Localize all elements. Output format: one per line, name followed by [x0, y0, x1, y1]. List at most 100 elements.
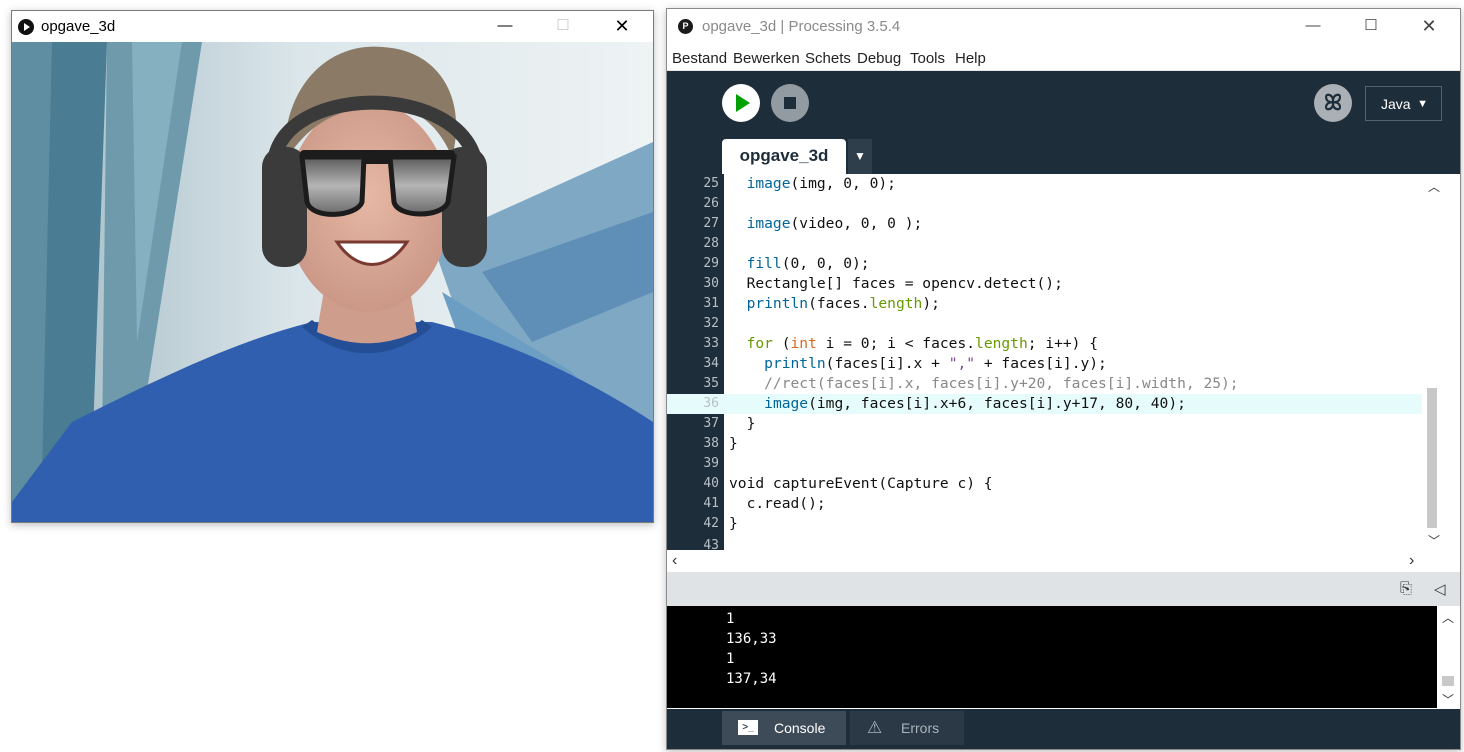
code-line[interactable]: 27 image(video, 0, 0 );: [667, 214, 1422, 234]
tab-menu-arrow[interactable]: ▼: [848, 139, 872, 174]
console-icon: >_: [738, 720, 758, 735]
code-text: for (int i = 0; i < faces.length; i++) {: [746, 335, 1099, 352]
code-line[interactable]: 26: [667, 194, 1422, 214]
scroll-up-arrow-icon[interactable]: ︿: [1428, 178, 1440, 195]
code-text: image(img, faces[i].x+6, faces[i].y+17, …: [764, 395, 1186, 412]
maximize-button: ☐: [556, 17, 570, 34]
console-scroll-up-icon[interactable]: ︿: [1442, 609, 1454, 626]
mode-selector[interactable]: Java ▼: [1365, 86, 1442, 121]
line-number: 35: [703, 376, 719, 391]
code-line[interactable]: 37 }: [667, 414, 1422, 434]
code-line[interactable]: 38}: [667, 434, 1422, 454]
editor-scroll-thumb[interactable]: [1427, 388, 1437, 528]
line-number: 29: [703, 256, 719, 271]
code-line[interactable]: 40 void captureEvent(Capture c) {: [667, 474, 1422, 494]
console-tab-bar: >_ Console ⚠ Errors: [667, 709, 1460, 749]
sketch-title-bar[interactable]: opgave_3d — ☐ ✕: [12, 11, 653, 41]
code-text: }: [729, 515, 738, 532]
line-number: 32: [703, 316, 719, 331]
code-line[interactable]: 29 fill(0, 0, 0);: [667, 254, 1422, 274]
line-number: 30: [703, 276, 719, 291]
code-text: }: [729, 435, 738, 452]
console-line: 1: [726, 651, 735, 667]
chevron-down-icon: ▼: [1417, 98, 1428, 110]
code-line[interactable]: 41 c.read();: [667, 494, 1422, 514]
line-number: 33: [703, 336, 719, 351]
code-line[interactable]: 36 image(img, faces[i].x+6, faces[i].y+1…: [667, 394, 1422, 414]
menu-schets[interactable]: Schets: [805, 50, 851, 67]
console-output: 1 136,33 1 137,34: [667, 606, 1437, 708]
code-line[interactable]: 34 println(faces[i].x + "," + faces[i].y…: [667, 354, 1422, 374]
copy-console-icon[interactable]: ⎘: [1400, 580, 1412, 597]
code-line[interactable]: 30 Rectangle[] faces = opencv.detect();: [667, 274, 1422, 294]
editor-horizontal-scrollbar[interactable]: ‹ ›: [667, 550, 1442, 570]
console-line: 1: [726, 611, 735, 627]
menu-bewerken[interactable]: Bewerken: [733, 50, 800, 67]
console-scroll-down-icon[interactable]: ﹀: [1442, 691, 1454, 708]
code-text: fill(0, 0, 0);: [746, 255, 870, 272]
collapse-console-icon[interactable]: ◁: [1434, 580, 1446, 598]
menu-debug[interactable]: Debug: [857, 50, 901, 67]
line-number: 27: [703, 216, 719, 231]
warning-icon: ⚠: [867, 718, 883, 737]
play-app-icon: [18, 19, 34, 35]
console-scrollbar[interactable]: ︿ ﹀: [1437, 606, 1460, 708]
code-text: println(faces.length);: [746, 295, 940, 312]
code-line[interactable]: 28: [667, 234, 1422, 254]
code-line[interactable]: 35 //rect(faces[i].x, faces[i].y+20, fac…: [667, 374, 1422, 394]
minimize-button[interactable]: —: [476, 11, 534, 41]
line-number: 40: [703, 476, 719, 491]
code-line[interactable]: 32: [667, 314, 1422, 334]
close-button[interactable]: ✕: [593, 11, 651, 41]
line-number: 41: [703, 496, 719, 511]
scroll-down-arrow-icon[interactable]: ﹀: [1428, 532, 1440, 549]
code-line[interactable]: 31 println(faces.length);: [667, 294, 1422, 314]
line-number: 26: [703, 196, 719, 211]
processing-logo-icon: P: [678, 19, 693, 34]
line-number: 38: [703, 436, 719, 451]
sketch-window: opgave_3d — ☐ ✕: [11, 10, 654, 523]
line-number: 34: [703, 356, 719, 371]
code-text: image(video, 0, 0 );: [746, 215, 923, 232]
ide-minimize-button[interactable]: —: [1284, 11, 1342, 41]
code-text: }: [729, 415, 756, 432]
tab-console-label: Console: [774, 720, 826, 736]
code-line[interactable]: 39: [667, 454, 1422, 474]
ide-window-title: opgave_3d | Processing 3.5.4: [702, 18, 901, 35]
line-number: 36: [703, 396, 719, 411]
code-line[interactable]: 33 for (int i = 0; i < faces.length; i++…: [667, 334, 1422, 354]
mode-label: Java: [1381, 96, 1411, 112]
menu-bar: Bestand Bewerken Schets Debug Tools Help: [667, 44, 1460, 71]
code-editor[interactable]: 25 image(img, 0, 0); 26 27 image(video, 0,…: [667, 174, 1460, 553]
code-text: image(img, 0, 0);: [746, 175, 896, 192]
toolbar: ꕤ Java ▼ opgave_3d ▼: [667, 71, 1460, 182]
line-number: 37: [703, 416, 719, 431]
menu-help[interactable]: Help: [955, 50, 986, 67]
line-number: 31: [703, 296, 719, 311]
menu-bestand[interactable]: Bestand: [672, 50, 727, 67]
menu-tools[interactable]: Tools: [910, 50, 945, 67]
code-text: Rectangle[] faces = opencv.detect();: [729, 275, 1063, 292]
run-button[interactable]: [722, 84, 760, 122]
console-scroll-thumb[interactable]: [1442, 676, 1454, 686]
tab-console[interactable]: >_ Console: [722, 711, 846, 745]
code-line[interactable]: 42}: [667, 514, 1422, 534]
tab-opgave-3d[interactable]: opgave_3d: [722, 139, 846, 174]
ide-maximize-button[interactable]: ☐: [1342, 11, 1400, 41]
scroll-right-arrow-icon[interactable]: ›: [1409, 552, 1414, 570]
code-text: void captureEvent(Capture c) {: [729, 475, 993, 492]
line-number: 28: [703, 236, 719, 251]
processing-ide-window: P opgave_3d | Processing 3.5.4 — ☐ ✕ Bes…: [666, 8, 1461, 750]
code-line[interactable]: 25 image(img, 0, 0);: [667, 174, 1422, 194]
stop-button[interactable]: [771, 84, 809, 122]
tab-errors[interactable]: ⚠ Errors: [850, 711, 964, 745]
code-text: //rect(faces[i].x, faces[i].y+20, faces[…: [729, 375, 1239, 392]
debugger-icon[interactable]: ꕤ: [1314, 84, 1352, 122]
tab-errors-label: Errors: [901, 720, 940, 736]
scroll-left-arrow-icon[interactable]: ‹: [672, 552, 677, 570]
webcam-canvas: [12, 42, 653, 522]
ide-title-bar[interactable]: P opgave_3d | Processing 3.5.4 — ☐ ✕: [667, 9, 1460, 43]
ide-close-button[interactable]: ✕: [1400, 11, 1458, 41]
sketch-window-title: opgave_3d: [41, 18, 116, 35]
console-divider[interactable]: ⎘ ◁: [667, 572, 1460, 606]
